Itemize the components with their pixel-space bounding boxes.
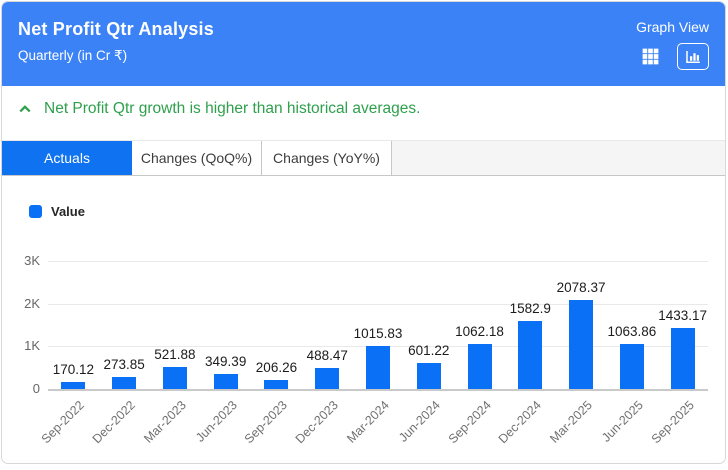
tab-actuals[interactable]: Actuals (2, 141, 132, 175)
bar-value-label: 1015.83 (353, 325, 403, 341)
page-subtitle: Quarterly (in Cr ₹) (18, 48, 128, 63)
gridline-2K (48, 303, 708, 305)
bar-Dec-2022[interactable] (112, 377, 137, 389)
bar-value-label: 1582.9 (509, 301, 551, 317)
bar-value-label: 488.47 (306, 348, 348, 364)
tab-bar: Actuals Changes (QoQ%) Changes (YoY%) (2, 140, 725, 176)
insight-text: Net Profit Qtr growth is higher than his… (44, 100, 421, 117)
graph-view-icon[interactable] (677, 43, 709, 70)
bar-Sep-2024[interactable] (467, 343, 492, 389)
bar-Mar-2023[interactable] (162, 366, 187, 389)
y-axis-tick: 0 (32, 381, 40, 396)
y-axis-tick: 1K (24, 338, 40, 354)
y-axis-tick: 3K (24, 253, 40, 268)
insight-banner: Net Profit Qtr growth is higher than his… (2, 86, 725, 128)
chart-legend[interactable]: Value (29, 203, 725, 219)
bar-Mar-2025[interactable] (569, 300, 594, 389)
gridline-3K (48, 261, 708, 262)
bar-value-label: 1063.86 (607, 323, 657, 339)
bar-Jun-2023[interactable] (213, 374, 238, 389)
bar-Sep-2025[interactable] (670, 327, 695, 389)
bar-value-label: 601.22 (408, 343, 450, 359)
bar-value-label: 1062.18 (455, 323, 504, 339)
bar-Dec-2023[interactable] (315, 368, 340, 389)
net-profit-analysis-card: Net Profit Qtr Analysis Quarterly (in Cr… (1, 1, 726, 464)
chevron-up-icon (15, 99, 35, 119)
tab-changes-qoq[interactable]: Changes (QoQ%) (132, 141, 262, 175)
tab-changes-yoy[interactable]: Changes (YoY%) (262, 141, 392, 175)
legend-label: Value (51, 203, 85, 219)
gridline-0 (48, 389, 708, 391)
table-view-icon[interactable] (640, 46, 661, 67)
view-switcher: Graph View (636, 19, 709, 70)
legend-swatch (29, 204, 42, 218)
bar-chart: 0 1K 2K 3K 170.12 Sep-2022 273.85 Dec-2022 521.8… (2, 229, 725, 461)
bar-value-label: 1433.17 (658, 307, 708, 323)
bar-value-label: 2078.37 (556, 280, 606, 296)
page-title: Net Profit Qtr Analysis (18, 19, 214, 39)
bar-Sep-2023[interactable] (264, 380, 289, 389)
view-switcher-label: Graph View (636, 19, 709, 35)
bar-Jun-2024[interactable] (416, 363, 441, 389)
bar-Jun-2025[interactable] (619, 343, 644, 389)
card-header: Net Profit Qtr Analysis Quarterly (in Cr… (2, 2, 725, 86)
bar-Sep-2022[interactable] (61, 381, 86, 389)
header-titles: Net Profit Qtr Analysis Quarterly (in Cr… (18, 19, 214, 64)
y-axis-tick: 2K (24, 295, 40, 311)
bar-Dec-2024[interactable] (518, 321, 543, 389)
